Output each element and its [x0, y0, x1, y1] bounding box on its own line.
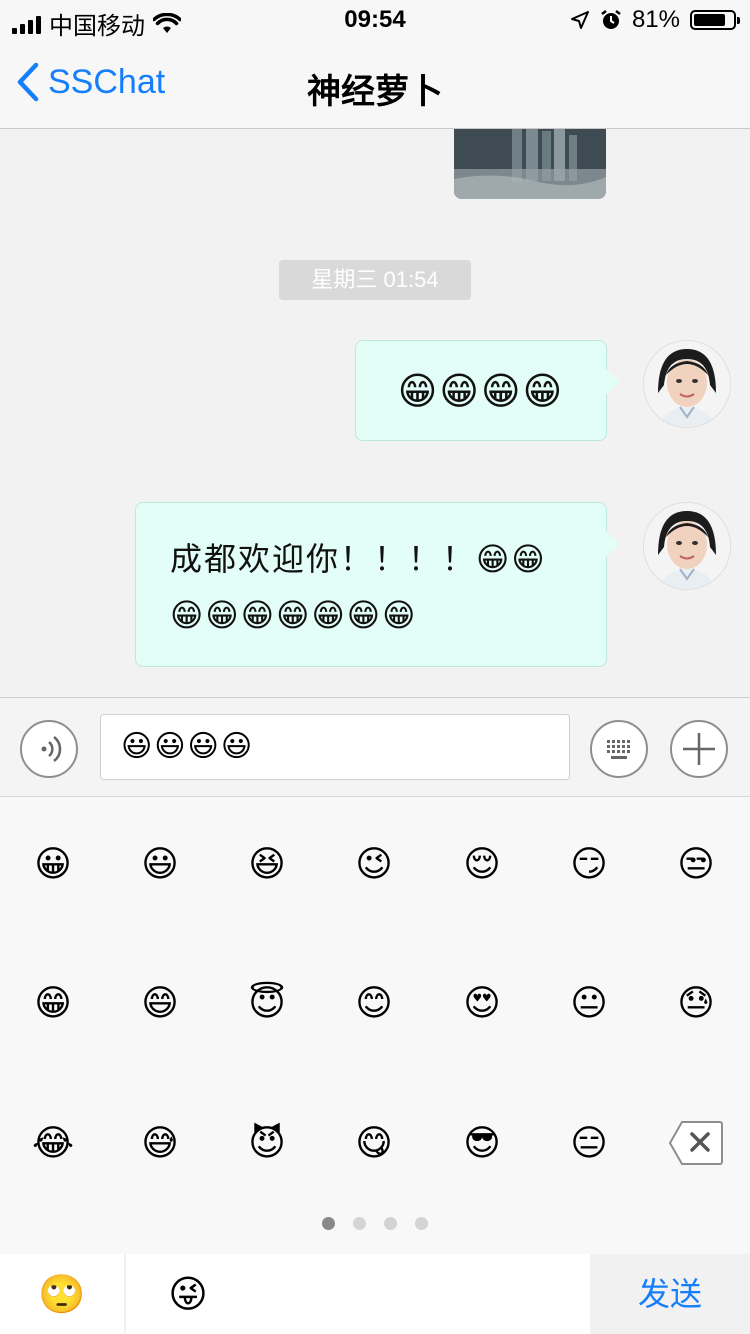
emoji-keyboard: 😀 😃 😆 😉 😌 😏 😒 😁 😄 😇 😊 😍 😐 😓 😂 😅 😈 😋 😎 😑	[0, 797, 750, 1254]
emoji-key[interactable]: 😋	[352, 1122, 396, 1166]
emoji-key[interactable]: 😅	[138, 1122, 182, 1166]
avatar-photo	[644, 503, 730, 589]
delete-key[interactable]	[668, 1120, 724, 1170]
avatar[interactable]	[643, 502, 731, 590]
more-button[interactable]	[670, 720, 728, 778]
page-title: 神经萝卜	[307, 72, 443, 112]
page-indicator[interactable]	[0, 1217, 750, 1230]
keyboard-icon	[607, 740, 630, 759]
page-dot[interactable]	[384, 1217, 397, 1230]
battery-percent: 81%	[631, 6, 680, 33]
status-right-group: 81%	[570, 6, 740, 34]
plus-icon	[683, 733, 715, 765]
emoji-key[interactable]: 😁	[31, 982, 75, 1026]
page-dot[interactable]	[353, 1217, 366, 1230]
emoji-key[interactable]: 😉	[352, 843, 396, 887]
avatar-photo	[644, 341, 730, 427]
emoji-category-tab[interactable]: 🙄	[0, 1254, 124, 1334]
outgoing-message-bubble[interactable]: 成都欢迎你！！！！😁😁😁😁😁😁😁😁😁	[135, 502, 620, 667]
emoji-key[interactable]: 😌	[460, 843, 504, 887]
navigation-bar: SSChat 神经萝卜	[0, 40, 750, 129]
emoji-key[interactable]: 😒	[674, 843, 718, 887]
emoji-key[interactable]: 😐	[567, 982, 611, 1026]
emoji-category-bar: 🙄 😜 发送	[0, 1254, 750, 1334]
voice-icon	[41, 736, 62, 762]
emoji-key[interactable]: 😏	[567, 843, 611, 887]
send-button[interactable]: 发送	[590, 1254, 750, 1334]
emoji-key[interactable]: 😎	[460, 1122, 504, 1166]
emoji-key[interactable]: 😍	[460, 982, 504, 1026]
keyboard-toggle-button[interactable]	[590, 720, 648, 778]
emoji-key[interactable]: 😇	[245, 982, 289, 1026]
emoji-key[interactable]: 😑	[567, 1122, 611, 1166]
emoji-key[interactable]: 😀	[31, 843, 75, 887]
alarm-icon	[601, 10, 621, 29]
message-text: 成都欢迎你！！！！😁😁😁😁😁😁😁😁😁	[170, 540, 547, 634]
emoji-key[interactable]: 😓	[674, 982, 718, 1026]
avatar[interactable]	[643, 340, 731, 428]
input-toolbar: 😃😃😃😃	[0, 697, 750, 797]
message-input[interactable]: 😃😃😃😃	[100, 714, 570, 780]
city-photo	[454, 129, 606, 199]
message-text: 😁😁😁😁	[397, 369, 565, 413]
voice-button[interactable]	[20, 720, 78, 778]
emoji-key[interactable]: 😄	[138, 982, 182, 1026]
outgoing-message-bubble[interactable]: 😁😁😁😁	[355, 340, 620, 441]
page-dot[interactable]	[415, 1217, 428, 1230]
emoji-key[interactable]: 😆	[245, 843, 289, 887]
backspace-icon	[668, 1121, 723, 1165]
chat-message-list[interactable]: 星期三 01:54 😁😁😁😁 成都欢迎你！！！！😁😁😁😁😁😁😁😁😁	[0, 129, 750, 697]
emoji-key[interactable]: 😊	[352, 982, 396, 1026]
emoji-key[interactable]: 😂	[31, 1122, 75, 1166]
battery-icon	[690, 10, 740, 30]
page-dot[interactable]	[322, 1217, 335, 1230]
emoji-key[interactable]: 😈	[245, 1122, 289, 1166]
emoji-key[interactable]: 😃	[138, 843, 182, 887]
status-bar: 中国移动 09:54 81%	[0, 0, 750, 40]
location-arrow-icon	[570, 11, 589, 29]
emoji-category-tab[interactable]: 😜	[126, 1254, 250, 1334]
message-timestamp: 星期三 01:54	[279, 260, 471, 300]
image-message[interactable]	[454, 129, 606, 199]
